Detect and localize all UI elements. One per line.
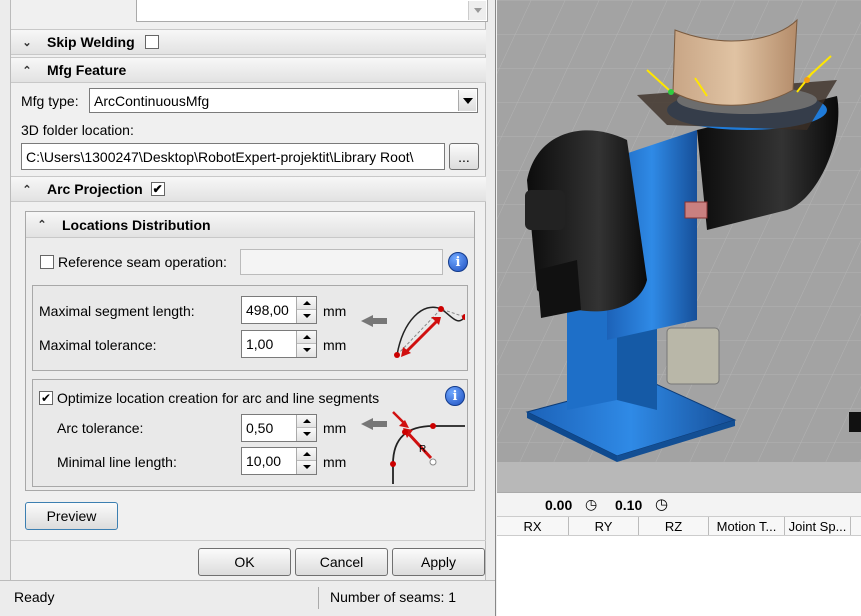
arc-tolerance-spinner[interactable]: 0,50 xyxy=(241,414,317,442)
max-tolerance-label: Maximal tolerance: xyxy=(39,337,157,353)
clock-icon[interactable]: ◷ xyxy=(655,495,668,513)
divider xyxy=(318,587,319,609)
chevron-down-icon[interactable] xyxy=(458,90,476,111)
chevron-up-icon[interactable]: ⌃ xyxy=(30,213,54,237)
chevron-down-icon[interactable]: ⌄ xyxy=(15,30,39,54)
section-title: Locations Distribution xyxy=(62,216,211,233)
column-header-joint-speed[interactable]: Joint Sp... xyxy=(785,517,851,535)
min-line-spinner[interactable]: 10,00 xyxy=(241,447,317,475)
motion-grid-header: RX RY RZ Motion T... Joint Sp... xyxy=(497,516,861,536)
spinner-buttons[interactable] xyxy=(296,297,316,323)
status-bar: Ready Number of seams: 1 xyxy=(0,580,495,614)
chevron-up-icon[interactable]: ⌃ xyxy=(15,58,39,82)
mfg-type-select[interactable]: ArcContinuousMfg xyxy=(89,88,478,113)
optimize-label: Optimize location creation for arc and l… xyxy=(57,390,380,406)
column-header-rx[interactable]: RX xyxy=(497,517,569,535)
arc-tolerance-value: 0,50 xyxy=(246,420,274,436)
max-tolerance-value: 1,00 xyxy=(246,336,274,352)
toolbar-value-2: 0.10 xyxy=(615,497,643,513)
mfg-type-label: Mfg type: xyxy=(21,93,79,109)
reference-seam-checkbox[interactable] xyxy=(40,255,54,269)
ok-button[interactable]: OK xyxy=(198,548,291,576)
folder-location-field[interactable]: C:\Users\1300247\Desktop\RobotExpert-pro… xyxy=(21,143,445,170)
spin-up-icon[interactable] xyxy=(297,297,316,310)
spin-down-icon[interactable] xyxy=(297,428,316,441)
unit-label: mm xyxy=(323,454,347,470)
unit-label: mm xyxy=(323,303,347,319)
info-icon[interactable]: i xyxy=(448,252,468,272)
column-header-motion-type[interactable]: Motion T... xyxy=(709,517,785,535)
motion-grid-body xyxy=(497,536,861,616)
chevron-down-icon[interactable] xyxy=(468,1,486,20)
divider xyxy=(11,540,486,541)
segment-diagram xyxy=(361,306,465,358)
3d-viewport[interactable] xyxy=(497,0,861,492)
section-arc-projection[interactable]: ⌃ Arc Projection ✔ xyxy=(11,176,486,202)
status-seam-count: Number of seams: 1 xyxy=(330,589,457,605)
locations-distribution-header[interactable]: ⌃ Locations Distribution xyxy=(26,212,474,238)
section-mfg-feature[interactable]: ⌃ Mfg Feature xyxy=(11,57,486,83)
reference-seam-label: Reference seam operation: xyxy=(58,254,227,270)
spin-down-icon[interactable] xyxy=(297,461,316,474)
section-title: Mfg Feature xyxy=(47,62,127,78)
spinner-buttons[interactable] xyxy=(296,448,316,474)
max-segment-label: Maximal segment length: xyxy=(39,303,195,319)
status-ready: Ready xyxy=(14,589,55,605)
column-header-ry[interactable]: RY xyxy=(569,517,639,535)
radius-label: R xyxy=(419,444,426,455)
max-segment-value: 498,00 xyxy=(246,302,289,318)
section-title: Arc Projection xyxy=(47,181,143,197)
unit-label: mm xyxy=(323,337,347,353)
section-title: Skip Welding xyxy=(47,34,135,50)
optimize-checkbox[interactable]: ✔ xyxy=(39,391,53,405)
spinner-buttons[interactable] xyxy=(296,415,316,441)
spin-down-icon[interactable] xyxy=(297,310,316,323)
mfg-dialog: ⌄ Skip Welding ⌃ Mfg Feature Mfg type: A… xyxy=(0,0,496,616)
dialog-content: ⌄ Skip Welding ⌃ Mfg Feature Mfg type: A… xyxy=(10,0,488,580)
cancel-button[interactable]: Cancel xyxy=(295,548,388,576)
arc-diagram: R xyxy=(361,411,465,484)
preview-button[interactable]: Preview xyxy=(25,502,118,530)
spin-up-icon[interactable] xyxy=(297,448,316,461)
spinner-buttons[interactable] xyxy=(296,331,316,357)
column-header-rz[interactable]: RZ xyxy=(639,517,709,535)
timer-icon[interactable]: ◷ xyxy=(585,496,597,513)
arc-tolerance-label: Arc tolerance: xyxy=(57,420,144,436)
info-icon[interactable]: i xyxy=(445,386,465,406)
browse-button[interactable]: ... xyxy=(449,143,479,170)
unit-label: mm xyxy=(323,420,347,436)
spin-up-icon[interactable] xyxy=(297,415,316,428)
apply-button[interactable]: Apply xyxy=(392,548,485,576)
chevron-up-icon[interactable]: ⌃ xyxy=(15,177,39,201)
toolbar-value-1: 0.00 xyxy=(545,497,573,513)
spin-down-icon[interactable] xyxy=(297,344,316,357)
optimize-settings-group: ✔ Optimize location creation for arc and… xyxy=(32,379,468,487)
reference-seam-field[interactable] xyxy=(240,249,443,275)
locations-distribution-group: ⌃ Locations Distribution Reference seam … xyxy=(25,211,475,491)
segment-settings-group: Maximal segment length: 498,00 mm Maxima… xyxy=(32,285,468,371)
arrow-left-icon xyxy=(361,315,373,327)
viewport-toolbar: 0.00 ◷ 0.10 ◷ xyxy=(497,492,861,516)
folder-location-value: C:\Users\1300247\Desktop\RobotExpert-pro… xyxy=(26,148,414,165)
arrow-left-icon xyxy=(361,418,373,430)
spin-up-icon[interactable] xyxy=(297,331,316,344)
top-text-field[interactable] xyxy=(136,0,488,22)
mfg-type-value: ArcContinuousMfg xyxy=(94,92,210,109)
max-tolerance-spinner[interactable]: 1,00 xyxy=(241,330,317,358)
folder-location-label: 3D folder location: xyxy=(21,122,134,138)
robot-scene xyxy=(497,0,861,492)
skip-welding-checkbox[interactable] xyxy=(144,35,159,49)
arc-projection-checkbox[interactable]: ✔ xyxy=(150,182,165,196)
min-line-value: 10,00 xyxy=(246,453,282,469)
min-line-label: Minimal line length: xyxy=(57,454,177,470)
section-skip-welding[interactable]: ⌄ Skip Welding xyxy=(11,29,486,55)
max-segment-spinner[interactable]: 498,00 xyxy=(241,296,317,324)
